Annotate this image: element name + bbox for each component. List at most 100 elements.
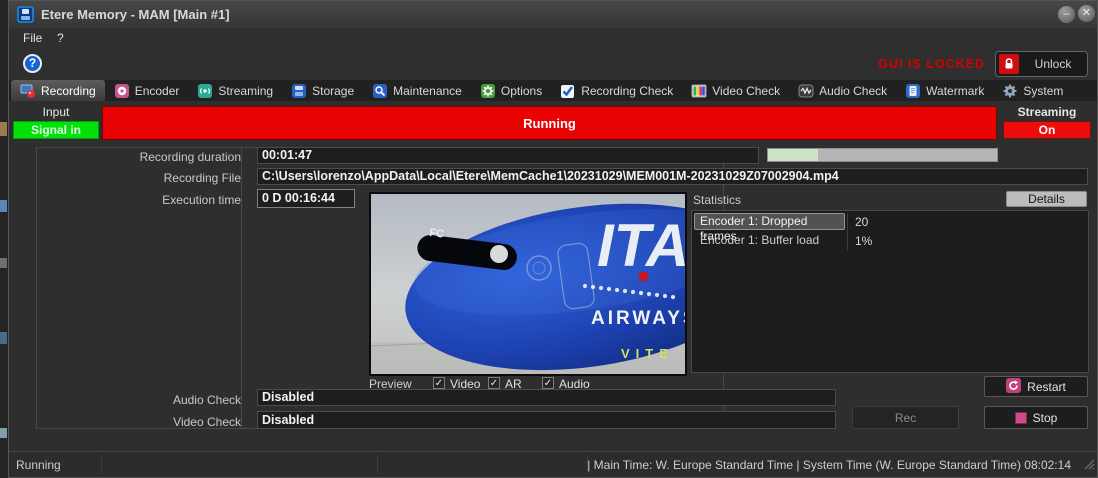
watermark-text: VITE [621,346,674,361]
status-text: Running [16,458,61,472]
recording-file-label: Recording File [45,171,241,185]
statusbar-separator [101,455,102,474]
running-status-bar: Running [102,106,997,140]
options-gear-icon [480,83,496,99]
recording-duration-label: Recording duration [45,150,241,164]
streaming-label: Streaming [1001,105,1093,119]
tab-audio-check[interactable]: Audio Check [789,80,896,101]
plane-brand-bottom: AIRWAYS [591,308,685,329]
system-gear-icon [1002,83,1018,99]
statistic-row-name[interactable]: Encoder 1: Buffer load [695,233,819,247]
recording-file-value[interactable]: C:\Users\lorenzo\AppData\Local\Etere\Mem… [257,168,1088,185]
execution-time-value: 0 D 00:16:44 [257,189,355,208]
signal-in-badge: Signal in [13,121,99,139]
audio-check-label: Audio Check [45,393,241,407]
recording-icon [20,83,36,99]
streaming-on-badge: On [1003,121,1091,139]
status-bar: Running | Main Time: W. Europe Standard … [9,451,1097,477]
tab-system[interactable]: System [993,80,1072,101]
desktop-fragment [0,122,7,136]
audio-check-value[interactable]: Disabled [257,389,836,406]
restart-button[interactable]: Restart [984,376,1088,397]
plane-brand-top: ITA [597,212,685,279]
tab-storage[interactable]: Storage [282,80,363,101]
lock-icon [999,54,1019,74]
close-button[interactable]: ✕ [1078,5,1095,22]
tab-label: Streaming [218,84,273,98]
stop-button[interactable]: Stop [984,406,1088,429]
restart-icon [1006,378,1021,396]
recording-panel: Input Signal in Running Streaming On Rec… [9,101,1097,450]
statistics-title: Statistics [693,193,741,207]
statistics-list[interactable]: Encoder 1: Dropped frames 20 Encoder 1: … [691,210,1089,373]
video-preview[interactable]: FC ITA AIRWAYS VITE [369,192,687,376]
storage-icon [291,83,307,99]
colorbars-icon [691,83,707,99]
plane-registration: FC [429,227,445,240]
tab-label: System [1023,84,1063,98]
recording-duration-value[interactable]: 00:01:47 [257,147,759,164]
restart-label: Restart [1027,380,1066,394]
title-bar[interactable]: Etere Memory - MAM [Main #1] – ✕ [9,1,1097,28]
tab-video-check[interactable]: Video Check [682,80,789,101]
desktop-edge [0,0,8,478]
tab-streaming[interactable]: Streaming [188,80,282,101]
app-icon [17,6,34,28]
waveform-icon [798,83,814,99]
unlock-button[interactable]: Unlock [995,51,1088,77]
statistics-column-separator [847,213,848,251]
tab-label: Options [501,84,542,98]
document-icon [905,83,921,99]
tab-options[interactable]: Options [471,80,551,101]
window-title: Etere Memory - MAM [Main #1] [41,7,230,22]
resize-grip[interactable] [1082,457,1095,475]
gui-locked-text: GUI IS LOCKED [878,57,985,71]
tab-bar: Recording Encoder Streaming Storage Main… [9,80,1097,101]
rec-button[interactable]: Rec [852,406,959,429]
minimize-button[interactable]: – [1058,6,1075,23]
tab-label: Audio Check [819,84,887,98]
statistic-row-value: 1% [855,234,872,248]
video-checkbox[interactable]: ✓ [433,377,445,389]
menu-help[interactable]: ? [53,31,68,45]
execution-time-label: Execution time [45,193,241,207]
unlock-label: Unlock [1019,57,1087,71]
recording-progress-bar [767,148,998,162]
encoder-icon [114,83,130,99]
tab-label: Recording Check [581,84,673,98]
tab-watermark[interactable]: Watermark [896,80,993,101]
input-label: Input [13,105,99,119]
menu-bar: File ? [9,28,1097,49]
tab-label: Encoder [135,84,180,98]
desktop-fragment [0,332,7,344]
audio-checkbox[interactable]: ✓ [542,377,554,389]
statistic-row-value: 20 [855,215,868,229]
tab-label: Watermark [926,84,984,98]
help-icon[interactable]: ? [23,54,42,73]
check-icon [560,83,576,99]
tab-label: Recording [41,84,96,98]
video-check-label: Video Check [45,415,241,429]
screen: Etere Memory - MAM [Main #1] – ✕ File ? … [0,0,1098,478]
streaming-icon [197,83,213,99]
menu-file[interactable]: File [19,31,46,45]
statistic-row-name[interactable]: Encoder 1: Dropped frames [694,213,845,230]
video-check-value[interactable]: Disabled [257,411,836,429]
time-status-text: | Main Time: W. Europe Standard Time | S… [587,458,1071,472]
desktop-fragment [0,428,7,438]
tab-maintenance[interactable]: Maintenance [363,80,471,101]
tab-label: Maintenance [393,84,462,98]
tab-label: Video Check [712,84,780,98]
details-button[interactable]: Details [1006,191,1087,207]
stop-icon [1015,412,1027,424]
tab-label: Storage [312,84,354,98]
maintenance-icon [372,83,388,99]
tab-encoder[interactable]: Encoder [105,80,189,101]
statusbar-separator [377,455,378,474]
tab-recording-check[interactable]: Recording Check [551,80,682,101]
ar-checkbox[interactable]: ✓ [488,377,500,389]
stop-label: Stop [1033,411,1058,425]
tab-recording[interactable]: Recording [11,80,105,101]
desktop-fragment [0,200,7,212]
desktop-fragment [0,258,7,268]
